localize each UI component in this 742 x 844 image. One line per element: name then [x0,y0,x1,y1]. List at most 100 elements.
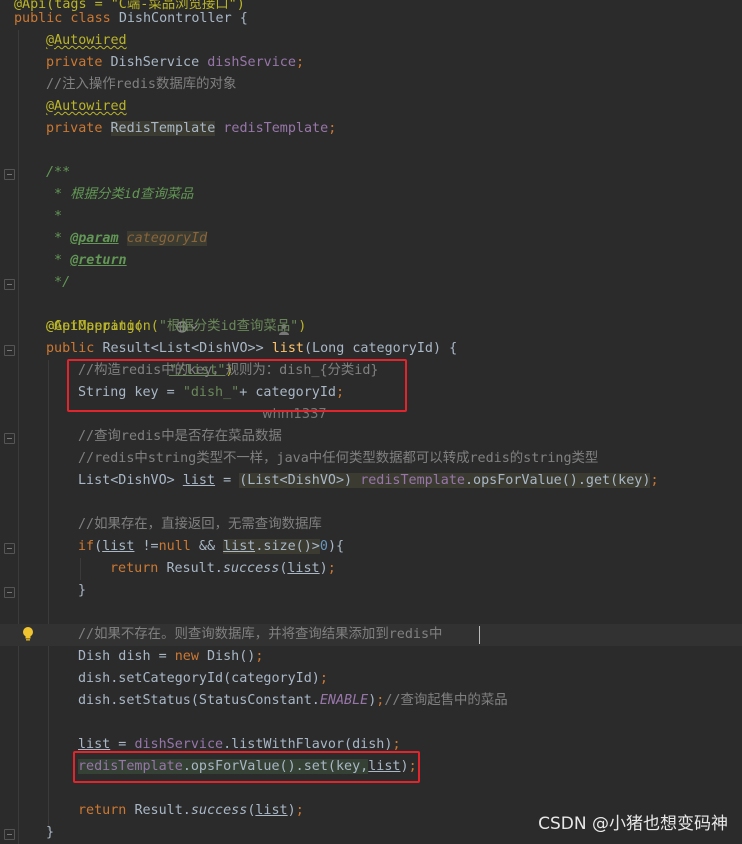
lightbulb-icon[interactable] [22,626,34,642]
type-token: Result<List<DishVO>> [102,341,272,356]
field-token: redisTemplate [215,121,329,136]
code-line: return Result.success(list); [0,558,742,580]
code-line: private DishService dishService; [0,52,742,74]
punct-token: ; [327,561,336,576]
doc-comment-token: */ [46,275,71,290]
code-token: .opsForValue().get(key) [465,473,651,488]
variable-token: list [102,539,135,554]
type-token: DishService [110,55,208,70]
text-caret [479,626,480,644]
comment-token: //redis中string类型不一样，java中任何类型数据都可以转成redi… [78,451,599,466]
code-line: /** [0,162,742,184]
code-line: @GetMapping( "/list") whm1337 [0,294,742,422]
punct-token: ; [650,473,659,488]
comment-token: //如果存在，直接返回，无需查询数据库 [78,517,322,532]
code-line: dish.setCategoryId(categoryId); [0,668,742,690]
code-token: } [46,825,55,840]
doc-comment-token: * [46,209,63,224]
code-token: = [215,473,240,488]
code-line-current[interactable]: //如果不存在。则查询数据库，并将查询结果添加到redis中 [0,624,742,646]
keyword-token: public [46,341,103,356]
code-token: .listWithFlavor(dish) [223,737,393,752]
code-line: if(list !=null && list.size()>0){ [0,536,742,558]
watermark: CSDN @小猪也想变码神 [538,814,728,834]
code-line: * @return [0,250,742,272]
code-line: //查询redis中是否存在菜品数据 [0,426,742,448]
params-token: (Long categoryId) { [304,341,458,356]
field-token: redisTemplate [360,473,465,488]
keyword-token: return [78,803,135,818]
comment-token: //查询起售中的菜品 [384,693,508,708]
type-token: RedisTemplate [110,121,216,136]
comment-token: //如果不存在。则查询数据库，并将查询结果添加到redis中 [78,627,443,642]
annotation-token: @Autowired [46,33,127,48]
code-token: ) [287,803,296,818]
keyword-token: public class [14,11,119,26]
code-token: dish.setStatus(StatusConstant. [78,693,320,708]
doc-comment-token: * [46,253,71,268]
globe-icon[interactable] [143,297,198,333]
punct-token: ; [392,737,401,752]
comment-token: //查询redis中是否存在菜品数据 [78,429,282,444]
code-line: @Autowired [0,96,742,118]
annotation-token: @ApiOperation( [46,319,159,334]
string-token: "根据分类id查询菜品" [158,319,299,334]
code-token: .size()> [255,539,320,554]
variable-token: list [287,561,320,576]
punct-token: ; [328,121,337,136]
code-token: ( [94,539,103,554]
doc-tag-token: @return [70,253,127,268]
doc-comment-token: * 根据分类id查询菜品 [46,187,194,202]
code-line: //注入操作redis数据库的对象 [0,74,742,96]
number-token: 0 [319,539,328,554]
class-name-token: DishController { [118,11,248,26]
keyword-token: private [46,55,111,70]
code-line: dish.setStatus(StatusConstant.ENABLE);//… [0,690,742,712]
code-token: } [78,583,87,598]
punct-token: ; [319,671,328,686]
keyword-token: return [110,561,167,576]
keyword-token: private [46,121,111,136]
code-line: public Result<List<DishVO>> list(Long ca… [0,338,742,360]
static-method-token: success [222,561,280,576]
annotation-token: ) [298,319,307,334]
doc-comment-token [119,231,127,246]
code-token: dish.setCategoryId(categoryId) [78,671,320,686]
doc-comment-token: /** [46,165,71,180]
code-line: private RedisTemplate redisTemplate; [0,118,742,140]
code-token: != [134,539,159,554]
code-line: * @param categoryId [0,228,742,250]
code-line: List<DishVO> list = (List<DishVO>) redis… [0,470,742,492]
doc-tag-token: @param [70,231,119,246]
code-token: && [190,539,224,554]
punct-token: ; [295,803,304,818]
doc-param-token: categoryId [126,231,208,246]
variable-token: list [255,803,288,818]
code-token: = [110,737,135,752]
highlight-box-key [67,359,407,412]
code-line: //如果存在，直接返回，无需查询数据库 [0,514,742,536]
variable-token: list [223,539,256,554]
keyword-token: null [158,539,191,554]
constant-token: ENABLE [319,693,369,708]
code-line: @Autowired [0,30,742,52]
code-token: ){ [327,539,345,554]
variable-token: list [182,473,216,488]
field-token: dishService [134,737,224,752]
code-token: Result. [134,803,191,818]
code-line: @ApiOperation("根据分类id查询菜品") [0,316,742,338]
code-line: * [0,206,742,228]
code-line: //redis中string类型不一样，java中任何类型数据都可以转成redi… [0,448,742,470]
field-token: dishService [207,55,296,70]
method-name-token: list [271,341,304,356]
annotation-token: @Autowired [46,99,127,114]
comment-token: //注入操作redis数据库的对象 [46,77,237,92]
highlight-box-set [73,751,420,783]
keyword-token: new [174,649,207,664]
user-icon [246,299,290,335]
punct-token: ; [295,55,304,70]
code-line: Dish dish = new Dish(); [0,646,742,668]
keyword-token: if [78,539,95,554]
doc-comment-token: * [46,231,71,246]
static-method-token: success [190,803,248,818]
